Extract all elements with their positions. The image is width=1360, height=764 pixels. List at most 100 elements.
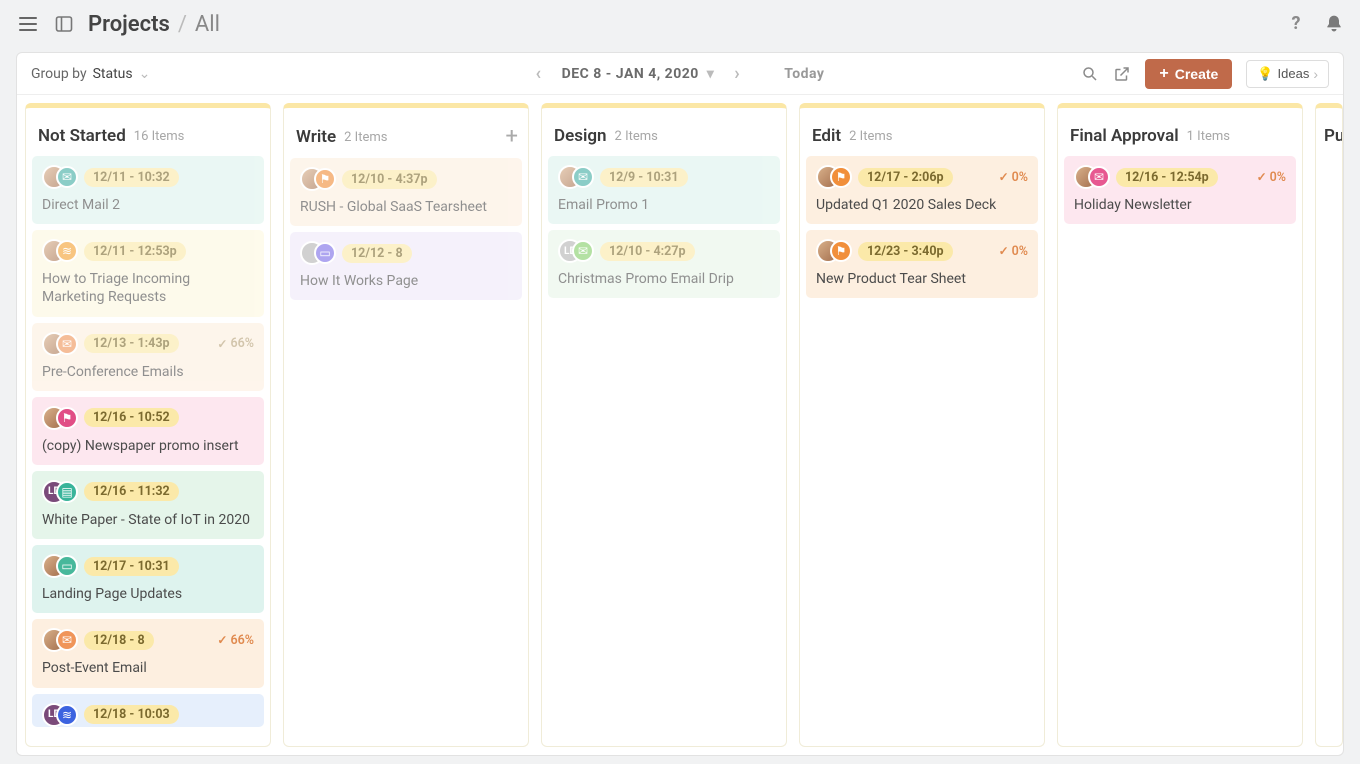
- progress-badge: ✓0%: [999, 170, 1028, 185]
- flag-icon: ⚑: [314, 168, 336, 190]
- date-pill: 12/10 - 4:37p: [342, 170, 437, 189]
- progress-value: 66%: [230, 633, 254, 648]
- check-icon: ✓: [217, 633, 227, 647]
- card-title: Christmas Promo Email Drip: [558, 270, 770, 288]
- groupby-value: Status: [93, 66, 133, 82]
- mail-icon: ✉: [56, 166, 78, 188]
- card-list: ✉ 12/16 - 12:54p ✓0% Holiday Newsletter: [1058, 156, 1302, 230]
- check-icon: ✓: [999, 244, 1009, 258]
- mail-icon: ✉: [572, 166, 594, 188]
- column-title: Write: [296, 127, 336, 147]
- column-count: 2 Items: [344, 130, 387, 145]
- card-preconf-emails[interactable]: ✉ 12/13 - 1:43p ✓66% Pre-Conference Emai…: [32, 323, 264, 391]
- date-pill: 12/13 - 1:43p: [84, 334, 179, 353]
- flag-icon: ⚑: [830, 166, 852, 188]
- bell-icon[interactable]: [1324, 14, 1344, 34]
- ideas-button[interactable]: 💡 Ideas ›: [1246, 60, 1329, 88]
- column-count: 1 Items: [1187, 129, 1230, 144]
- card-christmas-drip[interactable]: LD✉ 12/10 - 4:27p Christmas Promo Email …: [548, 230, 780, 298]
- card-title: Updated Q1 2020 Sales Deck: [816, 196, 1028, 214]
- progress-badge: ✓66%: [217, 633, 254, 648]
- search-icon[interactable]: [1081, 65, 1099, 83]
- column-design: Design 2 Items ✉ 12/9 - 10:31 Email Prom…: [541, 103, 787, 747]
- chevron-down-icon: ⌄: [139, 66, 151, 82]
- plus-icon: +: [1159, 65, 1168, 83]
- card-newspaper-promo[interactable]: ⚑ 12/16 - 10:52 (copy) Newspaper promo i…: [32, 397, 264, 465]
- card-landing-page[interactable]: ▭ 12/17 - 10:31 Landing Page Updates: [32, 545, 264, 613]
- help-icon[interactable]: ?: [1286, 14, 1306, 34]
- breadcrumb-all[interactable]: All: [195, 12, 220, 37]
- card-title: Post-Event Email: [42, 659, 254, 677]
- column-title: Not Started: [38, 126, 126, 146]
- prev-period-icon[interactable]: ‹: [536, 63, 542, 84]
- screen-icon: ▭: [56, 555, 78, 577]
- column-count: 2 Items: [849, 129, 892, 144]
- card-email-promo-1[interactable]: ✉ 12/9 - 10:31 Email Promo 1: [548, 156, 780, 224]
- card-white-paper[interactable]: LD▤ 12/16 - 11:32 White Paper - State of…: [32, 471, 264, 539]
- progress-value: 66%: [230, 336, 254, 351]
- today-link[interactable]: Today: [784, 66, 824, 82]
- date-pill: 12/9 - 10:31: [600, 168, 688, 187]
- progress-value: 0%: [1012, 244, 1028, 259]
- progress-value: 0%: [1012, 170, 1028, 185]
- date-pill: 12/16 - 11:32: [84, 482, 179, 501]
- groupby-control[interactable]: Group by Status ⌄: [31, 66, 150, 82]
- date-range-text: DEC 8 - JAN 4, 2020: [562, 66, 699, 82]
- flag-icon: ⚑: [830, 240, 852, 262]
- date-pill: 12/23 - 3:40p: [858, 242, 953, 261]
- card-partial[interactable]: LD≋ 12/18 - 10:03: [32, 694, 264, 727]
- rss-icon: ≋: [56, 704, 78, 726]
- date-pill: 12/17 - 10:31: [84, 557, 179, 576]
- chevron-right-icon: ›: [1313, 66, 1318, 82]
- column-count: 2 Items: [615, 129, 658, 144]
- card-title: Pre-Conference Emails: [42, 363, 254, 381]
- rss-icon: ≋: [56, 240, 78, 262]
- card-title: How to Triage Incoming Marketing Request…: [42, 270, 254, 306]
- date-pill: 12/16 - 12:54p: [1116, 168, 1218, 187]
- next-period-icon[interactable]: ›: [734, 63, 740, 84]
- progress-badge: ✓0%: [1257, 170, 1286, 185]
- add-card-button[interactable]: +: [506, 126, 518, 148]
- card-title: (copy) Newspaper promo insert: [42, 437, 254, 455]
- progress-badge: ✓0%: [999, 244, 1028, 259]
- card-triage[interactable]: ≋ 12/11 - 12:53p How to Triage Incoming …: [32, 230, 264, 316]
- card-direct-mail-2[interactable]: ✉ 12/11 - 10:32 Direct Mail 2: [32, 156, 264, 224]
- card-title: Landing Page Updates: [42, 585, 254, 603]
- hamburger-icon[interactable]: [16, 12, 40, 36]
- date-pill: 12/11 - 12:53p: [84, 242, 186, 261]
- check-icon: ✓: [1257, 170, 1267, 184]
- create-label: Create: [1175, 66, 1219, 82]
- date-pill: 12/11 - 10:32: [84, 168, 179, 187]
- share-icon[interactable]: [1113, 65, 1131, 83]
- mail-icon: ✉: [1088, 166, 1110, 188]
- card-title: Direct Mail 2: [42, 196, 254, 214]
- card-sales-deck[interactable]: ⚑ 12/17 - 2:06p ✓0% Updated Q1 2020 Sale…: [806, 156, 1038, 224]
- breadcrumb-sep: /: [178, 12, 187, 37]
- create-button[interactable]: + Create: [1145, 59, 1232, 89]
- card-title: Holiday Newsletter: [1074, 196, 1286, 214]
- column-next-partial: Pu: [1315, 103, 1343, 747]
- card-tear-sheet[interactable]: ⚑ 12/23 - 3:40p ✓0% New Product Tear She…: [806, 230, 1038, 298]
- panel-toggle-icon[interactable]: [52, 12, 76, 36]
- date-pill: 12/17 - 2:06p: [858, 168, 953, 187]
- check-icon: ✓: [999, 170, 1009, 184]
- screen-icon: ▭: [314, 242, 336, 264]
- date-range-control: ‹ DEC 8 - JAN 4, 2020 ▾ › Today: [536, 63, 825, 84]
- column-title: Design: [554, 126, 607, 146]
- column-edit: Edit 2 Items ⚑ 12/17 - 2:06p ✓0% Updated…: [799, 103, 1045, 747]
- date-pill: 12/18 - 8: [84, 631, 154, 650]
- progress-badge: ✓66%: [217, 336, 254, 351]
- app-header: Projects / All ?: [0, 0, 1360, 48]
- card-post-event-email[interactable]: ✉ 12/18 - 8 ✓66% Post-Event Email: [32, 619, 264, 687]
- card-title: New Product Tear Sheet: [816, 270, 1028, 288]
- column-write: Write 2 Items + ⚑ 12/10 - 4:37p RUSH - G…: [283, 103, 529, 747]
- mail-icon: ✉: [572, 240, 594, 262]
- card-holiday-newsletter[interactable]: ✉ 12/16 - 12:54p ✓0% Holiday Newsletter: [1064, 156, 1296, 224]
- date-range-label[interactable]: DEC 8 - JAN 4, 2020 ▾: [562, 66, 715, 82]
- column-title: Final Approval: [1070, 126, 1179, 146]
- card-rush-saas[interactable]: ⚑ 12/10 - 4:37p RUSH - Global SaaS Tears…: [290, 158, 522, 226]
- toolbar: Group by Status ⌄ ‹ DEC 8 - JAN 4, 2020 …: [17, 53, 1343, 95]
- breadcrumb-projects[interactable]: Projects: [88, 12, 170, 37]
- check-icon: ✓: [217, 337, 227, 351]
- card-how-it-works[interactable]: ▭ 12/12 - 8 How It Works Page: [290, 232, 522, 300]
